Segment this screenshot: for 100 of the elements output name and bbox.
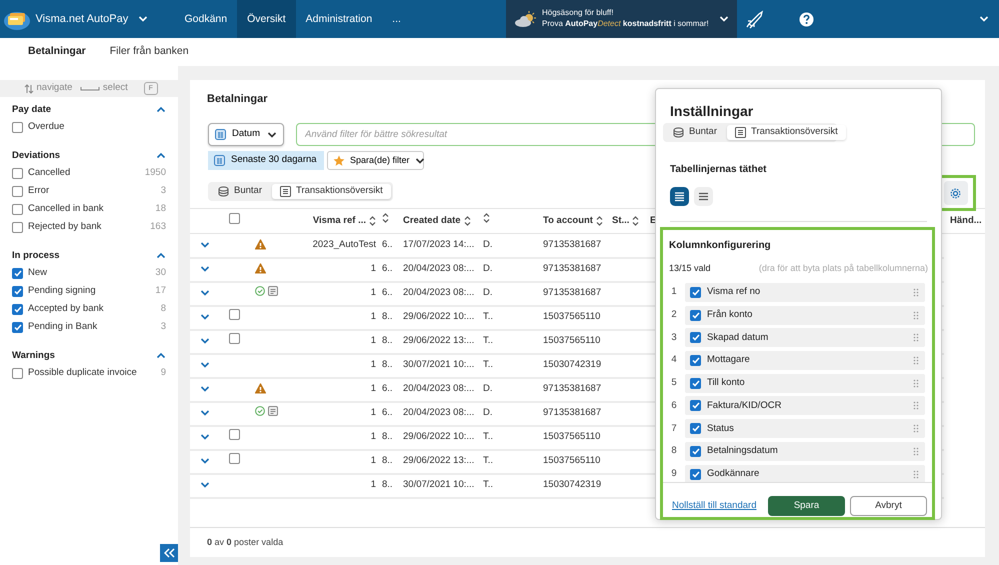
table-cell: 97135381687 [543, 263, 602, 274]
filter-label[interactable]: Error [28, 184, 50, 198]
chevron-up-icon[interactable] [156, 252, 166, 260]
drag-handle-icon[interactable] [913, 310, 919, 320]
checkbox[interactable] [228, 333, 240, 344]
saved-filter-dropdown[interactable]: Spara(de) filter [327, 151, 424, 170]
drag-handle-icon[interactable] [913, 356, 919, 366]
chevron-up-icon[interactable] [156, 352, 166, 360]
filter-label[interactable]: Pending signing [28, 284, 96, 298]
sub-tab[interactable]: Filer från banken [110, 44, 189, 60]
column-item[interactable]: Till konto [685, 374, 925, 393]
checkbox[interactable] [690, 378, 701, 389]
drag-handle-icon[interactable] [913, 401, 919, 410]
rocket-icon[interactable] [745, 10, 764, 28]
filter-label[interactable]: Pending in Bank [28, 320, 98, 334]
filter-label[interactable]: New [28, 266, 48, 280]
checkbox[interactable] [12, 286, 23, 296]
expand-icon[interactable] [200, 480, 210, 489]
column-item[interactable]: Skapad datum [685, 328, 925, 348]
filter-label[interactable]: Possible duplicate invoice [28, 366, 137, 380]
checkbox[interactable] [228, 309, 240, 320]
checkbox[interactable] [12, 168, 23, 178]
app-name[interactable]: Visma.net AutoPay [36, 10, 128, 28]
drag-handle-icon[interactable] [913, 288, 919, 297]
expand-icon[interactable] [200, 288, 210, 297]
checkbox[interactable] [228, 429, 240, 440]
view-tab[interactable]: Transaktionsöversikt [272, 184, 391, 199]
nav-tab[interactable]: Administration [296, 0, 382, 38]
reset-link[interactable]: Nollställ till standard [672, 498, 756, 514]
column-item[interactable]: Godkännare [685, 464, 925, 482]
checkbox[interactable] [12, 186, 23, 196]
column-item[interactable]: Från konto [685, 306, 925, 325]
density-button[interactable] [694, 187, 713, 206]
checkbox[interactable] [12, 222, 23, 232]
expand-icon[interactable] [200, 456, 210, 465]
filter-count: 3 [160, 320, 166, 334]
column-header[interactable]: St... [612, 214, 630, 228]
date-dropdown[interactable]: Datum [208, 123, 284, 146]
checkbox[interactable] [690, 468, 701, 480]
sub-tab[interactable]: Betalningar [28, 44, 86, 60]
help-icon[interactable] [799, 12, 814, 26]
chevron-up-icon[interactable] [156, 152, 166, 160]
expand-icon[interactable] [200, 360, 210, 369]
column-header[interactable]: Händ... [950, 214, 982, 228]
nav-tab[interactable]: ... [382, 0, 411, 38]
column-item[interactable]: Betalningsdatum [685, 442, 925, 461]
column-item[interactable]: Visma ref no [685, 283, 925, 302]
checkbox[interactable] [690, 287, 701, 298]
filter-label[interactable]: Accepted by bank [28, 302, 104, 316]
view-tab[interactable]: Transaktionsöversikt [727, 125, 846, 140]
table-cell: 1 [370, 455, 376, 466]
checkbox[interactable] [690, 355, 701, 366]
checkbox[interactable] [12, 268, 23, 278]
column-header[interactable]: Visma ref ... [312, 214, 366, 228]
checkbox[interactable] [12, 322, 23, 332]
drag-handle-icon[interactable] [913, 378, 919, 388]
column-item[interactable]: Status [685, 419, 925, 438]
density-button[interactable] [670, 187, 689, 206]
drag-handle-icon[interactable] [913, 470, 919, 478]
column-header[interactable]: To account [543, 214, 593, 228]
filter-label[interactable]: Cancelled [28, 166, 70, 180]
checkbox[interactable] [690, 310, 701, 321]
save-button[interactable]: Spara [768, 496, 845, 516]
checkbox[interactable] [12, 304, 23, 314]
collapse-button[interactable] [160, 544, 178, 562]
checkbox[interactable] [690, 446, 701, 457]
column-item[interactable]: Mottagare [685, 351, 925, 370]
expand-icon[interactable] [200, 432, 210, 441]
view-tab[interactable]: Buntar [210, 184, 270, 199]
table-cell: D. [483, 263, 492, 274]
expand-icon[interactable] [200, 312, 210, 321]
checkbox[interactable] [690, 332, 701, 344]
column-header[interactable]: Created date [403, 214, 461, 228]
filter-label[interactable]: Rejected by bank [28, 220, 102, 234]
checkbox[interactable] [228, 212, 240, 224]
chevron-up-icon[interactable] [156, 106, 166, 114]
expand-icon[interactable] [200, 408, 210, 417]
expand-icon[interactable] [200, 384, 210, 393]
expand-icon[interactable] [200, 336, 210, 345]
sort-icon [369, 216, 376, 226]
cancel-button[interactable]: Avbryt [850, 496, 927, 516]
checkbox[interactable] [12, 368, 23, 378]
checkbox[interactable] [228, 453, 240, 464]
checkbox[interactable] [690, 423, 701, 434]
filter-label[interactable]: Cancelled in bank [28, 202, 104, 216]
expand-icon[interactable] [200, 240, 210, 249]
nav-tab[interactable]: Översikt [237, 0, 296, 38]
settings-button[interactable] [944, 181, 968, 205]
checkbox[interactable] [12, 122, 23, 132]
expand-icon[interactable] [200, 264, 210, 273]
drag-handle-icon[interactable] [913, 333, 919, 342]
column-item[interactable]: Faktura/KID/OCR [685, 396, 925, 416]
nav-tab[interactable]: Godkänn [174, 0, 238, 38]
drag-handle-icon[interactable] [913, 446, 919, 456]
checkbox[interactable] [690, 400, 701, 412]
checkbox[interactable] [12, 204, 23, 214]
period-chip[interactable]: Senaste 30 dagarna [208, 151, 324, 170]
drag-handle-icon[interactable] [913, 424, 919, 434]
filter-count: 8 [160, 302, 166, 316]
filter-label[interactable]: Overdue [28, 120, 64, 134]
